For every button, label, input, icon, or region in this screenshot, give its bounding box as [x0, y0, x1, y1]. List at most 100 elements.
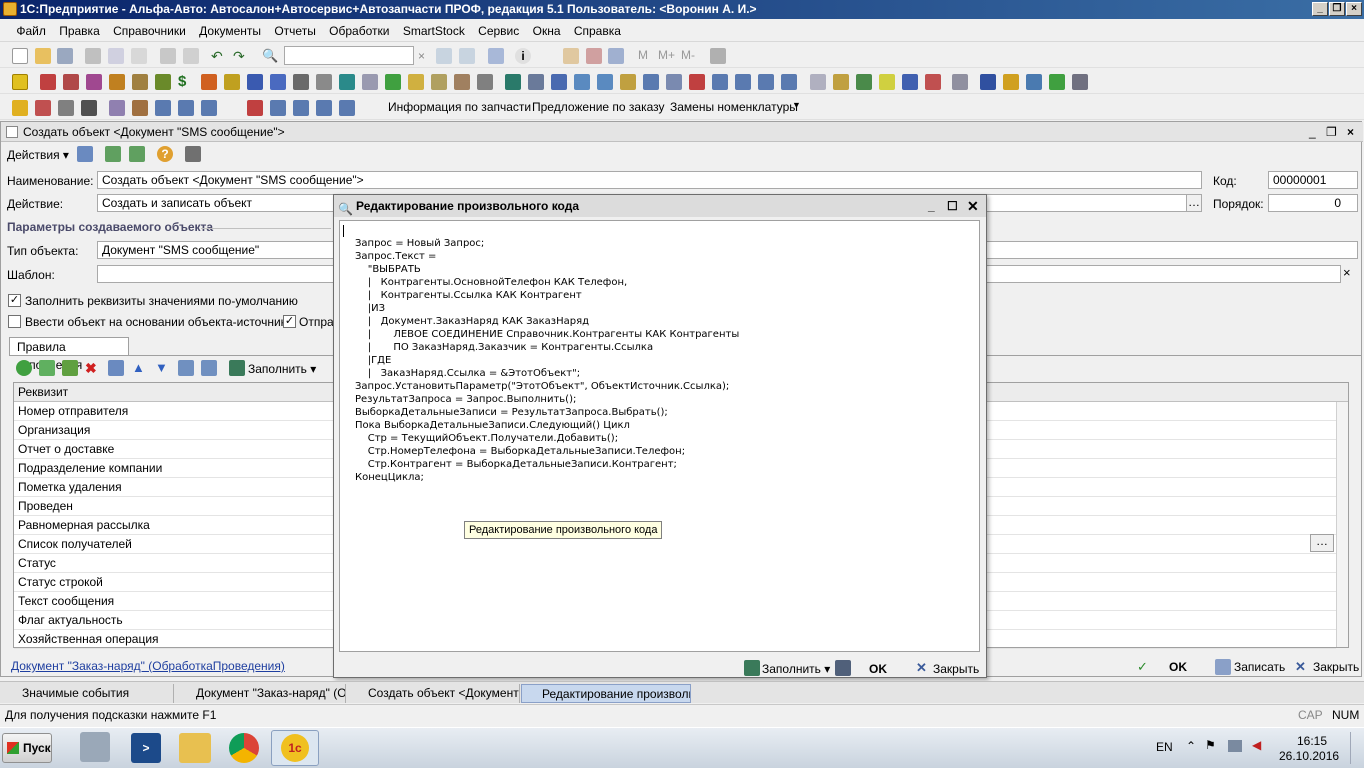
code-text[interactable]: Запрос = Новый Запрос; Запрос.Текст = "В…: [355, 237, 739, 484]
maximize-button[interactable]: ❐: [1329, 2, 1345, 16]
schet2-icon[interactable]: [270, 100, 286, 116]
refresh-icon[interactable]: [105, 146, 121, 162]
nakl7-icon[interactable]: [293, 100, 309, 116]
network-icon[interactable]: [1228, 740, 1242, 752]
code-field[interactable]: 00000001: [1268, 171, 1358, 189]
recipients-select-button[interactable]: …: [1310, 534, 1334, 552]
exchange-icon[interactable]: [833, 74, 849, 90]
cut-icon[interactable]: [85, 48, 101, 64]
search-icon[interactable]: 🔍: [262, 48, 278, 64]
explorer-icon[interactable]: [179, 733, 211, 763]
app-module-icon[interactable]: [12, 74, 28, 90]
fill-icon[interactable]: [229, 360, 245, 376]
tab-work-order[interactable]: Документ "Заказ-наряд" (ОбработкаПроведе…: [176, 684, 346, 703]
lock-icon[interactable]: [12, 100, 28, 116]
minimize-button[interactable]: _: [1312, 2, 1328, 16]
bottom-link[interactable]: Документ "Заказ-наряд" (ОбработкаПроведе…: [11, 659, 285, 673]
tab-code-editor[interactable]: Редактирование произвольного кода: [521, 684, 691, 703]
people-icon[interactable]: [1026, 74, 1042, 90]
bank-icon[interactable]: [224, 74, 240, 90]
fill-menu[interactable]: Заполнить ▾: [248, 362, 316, 376]
language-indicator[interactable]: EN: [1156, 740, 1173, 754]
gear-icon[interactable]: [316, 74, 332, 90]
move-down-icon[interactable]: ▼: [155, 360, 171, 376]
tray-expand-icon[interactable]: ⌃: [1186, 739, 1196, 753]
doc-minimize-button[interactable]: _: [1309, 122, 1316, 142]
menu-edit[interactable]: Правка: [54, 20, 105, 42]
nakl9-icon[interactable]: [339, 100, 355, 116]
stock-icon[interactable]: [109, 74, 125, 90]
book-icon[interactable]: [980, 74, 996, 90]
windows-icon[interactable]: [488, 48, 504, 64]
close-doc-button[interactable]: Закрыть: [1313, 660, 1359, 674]
volume-icon[interactable]: ◀: [1252, 738, 1261, 752]
find-prev-icon[interactable]: [459, 48, 475, 64]
pin-icon[interactable]: [81, 100, 97, 116]
open-icon[interactable]: [35, 48, 51, 64]
workers-icon[interactable]: [270, 74, 286, 90]
menu-windows[interactable]: Окна: [528, 20, 566, 42]
doc-list-icon[interactable]: [666, 74, 682, 90]
nakl2-icon[interactable]: [758, 74, 774, 90]
plat-icon[interactable]: [643, 74, 659, 90]
transfer-icon[interactable]: [528, 74, 544, 90]
doc-restore-button[interactable]: ❐: [1326, 122, 1337, 142]
schet-icon[interactable]: [712, 74, 728, 90]
structure-icon[interactable]: [185, 146, 201, 162]
nakl4-icon[interactable]: [155, 100, 171, 116]
table-scrollbar[interactable]: [1336, 402, 1348, 647]
sort-desc-icon[interactable]: [201, 360, 217, 376]
rko-icon[interactable]: [597, 74, 613, 90]
folder-icon[interactable]: [1003, 74, 1019, 90]
copy-doc-icon[interactable]: [129, 146, 145, 162]
dk-icon[interactable]: [925, 74, 941, 90]
print-icon[interactable]: [160, 48, 176, 64]
powershell-icon[interactable]: >: [131, 733, 161, 763]
actions-menu[interactable]: Действия ▾: [7, 148, 69, 162]
sort-asc-icon[interactable]: [178, 360, 194, 376]
add-icon[interactable]: [902, 74, 918, 90]
start-button[interactable]: Пуск: [2, 733, 52, 763]
tab-significant-events[interactable]: Значимые события: [2, 684, 174, 703]
help-icon[interactable]: ?: [157, 146, 173, 162]
delete-row-icon[interactable]: ✖: [85, 360, 101, 376]
post-icon[interactable]: [77, 146, 93, 162]
nakl8-icon[interactable]: [316, 100, 332, 116]
memory-mminus-icon[interactable]: M-: [681, 48, 695, 62]
list-icon[interactable]: [362, 74, 378, 90]
sum-icon[interactable]: [620, 74, 636, 90]
move-up-icon[interactable]: ▲: [132, 360, 148, 376]
info-icon[interactable]: i: [515, 48, 531, 64]
tools-icon[interactable]: [710, 48, 726, 64]
code-text-area[interactable]: Запрос = Новый Запрос; Запрос.Текст = "В…: [339, 220, 980, 652]
undo-icon[interactable]: ↶: [211, 48, 227, 64]
return2-icon[interactable]: [247, 100, 263, 116]
order-offer-link[interactable]: Предложение по заказу: [532, 100, 665, 114]
find-next-icon[interactable]: [436, 48, 452, 64]
notes-icon[interactable]: [879, 74, 895, 90]
menu-processing[interactable]: Обработки: [324, 20, 394, 42]
tab-create-object[interactable]: Создать объект <Документ "SMS сообщение"…: [348, 684, 520, 703]
report-icon[interactable]: [856, 74, 872, 90]
search-input[interactable]: [284, 46, 414, 65]
nakl-icon[interactable]: [735, 74, 751, 90]
name-field[interactable]: Создать объект <Документ "SMS сообщение"…: [97, 171, 1202, 189]
table-icon[interactable]: [477, 74, 493, 90]
user-icon[interactable]: [1049, 74, 1065, 90]
doc-close-button[interactable]: ×: [1347, 122, 1354, 142]
server-manager-icon[interactable]: [80, 732, 110, 762]
clock-time[interactable]: 16:15: [1297, 734, 1327, 748]
order-icon[interactable]: [551, 74, 567, 90]
copy-row-icon[interactable]: [39, 360, 55, 376]
save-button[interactable]: Записать: [1234, 660, 1285, 674]
memory-m-icon[interactable]: M: [638, 48, 648, 62]
menu-file[interactable]: Файл: [11, 20, 51, 42]
monitor-icon[interactable]: [339, 74, 355, 90]
ok-button[interactable]: OK: [1169, 660, 1187, 674]
parts-info-link[interactable]: Информация по запчасти: [388, 100, 531, 114]
menu-service[interactable]: Сервис: [473, 20, 524, 42]
order-field[interactable]: 0: [1268, 194, 1358, 212]
add-doc-icon[interactable]: [385, 74, 401, 90]
calendar-icon[interactable]: [586, 48, 602, 64]
staff-icon[interactable]: [132, 74, 148, 90]
